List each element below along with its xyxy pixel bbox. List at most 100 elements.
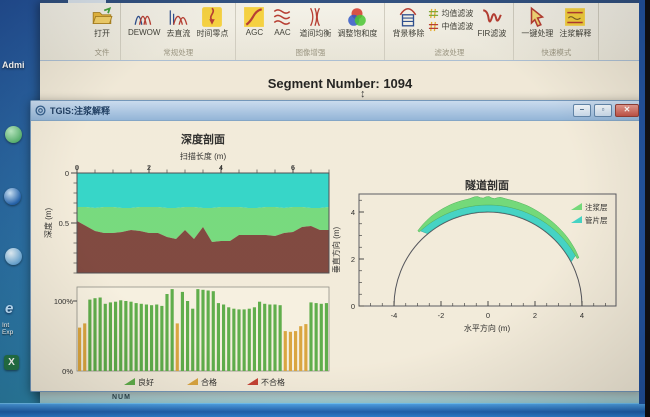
minimize-button[interactable]: – [573, 104, 591, 117]
ribbon-group: 一键处理注浆解释快速模式 [514, 3, 599, 60]
quality-bar [119, 300, 122, 371]
ribbon-button-label: 时间零点 [196, 28, 228, 39]
ribbon-button-均值滤波[interactable]: 均值滤波 [428, 8, 473, 19]
ribbon-button-label: AGC [246, 28, 263, 37]
median-filter-icon [428, 21, 439, 32]
quality-bar [155, 305, 158, 372]
ribbon-group-label: 图像增强 [241, 46, 379, 60]
quality-bar [248, 309, 251, 371]
quality-bar [140, 304, 143, 371]
ribbon-button-AAC[interactable]: AAC [269, 5, 295, 38]
ribbon-stack: 均值滤波中值滤波 [428, 5, 473, 32]
ribbon-button-注浆解释[interactable]: 注浆解释 [557, 5, 593, 40]
quality-bar [320, 304, 323, 371]
svg-text:-2: -2 [438, 311, 445, 320]
quality-bar [304, 324, 307, 371]
quality-bar [196, 289, 199, 371]
ribbon-items: DEWOW 去直流时间零点 [126, 5, 230, 46]
close-button[interactable]: ✕ [615, 104, 639, 117]
quality-bar [284, 331, 287, 371]
quality-bar [93, 298, 96, 371]
baidu-app-icon[interactable] [5, 126, 25, 146]
svg-text:0: 0 [486, 311, 490, 320]
excel-icon[interactable]: X [4, 355, 24, 375]
quality-bar [232, 309, 235, 371]
svg-text:6: 6 [291, 163, 295, 172]
quality-bar [88, 300, 91, 371]
internet-explorer-icon[interactable]: e [5, 300, 25, 320]
ribbon-group: 打开文件 [84, 3, 121, 60]
quality-bar [135, 303, 138, 371]
internet-explorer-label: Int Exp [2, 322, 13, 336]
channel-balance-icon [304, 6, 326, 28]
quality-bar [104, 304, 107, 371]
quality-bar [289, 332, 292, 371]
svg-text:不合格: 不合格 [261, 377, 285, 387]
one-key-icon [526, 6, 548, 28]
ribbon-group-label: 快速模式 [519, 46, 593, 60]
child-window-titlebar[interactable]: TGIS:注浆解释 – ▫ ✕ [31, 101, 643, 121]
ribbon-button-一键处理[interactable]: 一键处理 [519, 5, 555, 40]
quality-bar [253, 307, 256, 371]
quality-bar [222, 305, 225, 372]
quality-bar [227, 307, 230, 371]
ribbon-items: 背景移除均值滤波中值滤波FIR滤波 [390, 5, 508, 46]
quality-bar-chart: 100%0%良好合格不合格 [39, 281, 351, 393]
messenger-icon[interactable] [5, 248, 25, 268]
ribbon-button-label: 注浆解释 [559, 28, 591, 39]
dewow-icon [133, 6, 155, 28]
ribbon-button-时间零点[interactable]: 时间零点 [194, 5, 230, 40]
quality-bar [258, 302, 261, 371]
ribbon-button-道间均衡[interactable]: 道间均衡 [297, 5, 333, 40]
svg-text:2: 2 [351, 255, 355, 264]
app-logo-icon [35, 105, 46, 116]
svg-text:0: 0 [351, 302, 355, 311]
quality-bar [237, 309, 240, 371]
quality-bar [160, 306, 163, 371]
globe-browser-icon[interactable] [4, 188, 24, 208]
ribbon-button-label: 调整饱和度 [337, 28, 377, 39]
quality-bar [109, 302, 112, 371]
ribbon-button-打开[interactable]: 打开 [89, 5, 115, 40]
quality-bar [78, 328, 81, 371]
svg-text:0%: 0% [62, 367, 73, 376]
ribbon-group-label: 滤波处理 [390, 46, 508, 60]
open-folder-icon [91, 6, 113, 28]
svg-text:管片层: 管片层 [585, 215, 608, 225]
svg-text:深度剖面: 深度剖面 [181, 132, 225, 146]
svg-text:100%: 100% [54, 297, 74, 306]
ribbon-button-AGC[interactable]: AGC [241, 5, 267, 38]
quality-bar [176, 323, 179, 371]
mean-filter-icon [428, 8, 439, 19]
ribbon-button-label: AAC [274, 28, 290, 37]
maximize-button[interactable]: ▫ [594, 104, 612, 117]
depth-profile-chart: 深度剖面扫描长度 (m)024600.5深度 (m) [39, 129, 351, 279]
ribbon-button-中值滤波[interactable]: 中值滤波 [428, 21, 473, 32]
ribbon-button-调整饱和度[interactable]: 调整饱和度 [335, 5, 379, 40]
ribbon-items: AGC AAC 道间均衡调整饱和度 [241, 5, 379, 46]
ribbon-group: AGC AAC 道间均衡调整饱和度图像增强 [236, 3, 385, 60]
ribbon-button-背景移除[interactable]: 背景移除 [390, 5, 426, 40]
ribbon-button-label: 去直流 [166, 28, 190, 39]
quality-bar [299, 326, 302, 371]
quality-bar [171, 289, 174, 371]
taskbar[interactable] [0, 403, 650, 417]
ribbon-button-label: 中值滤波 [441, 21, 473, 32]
ribbon-group-label: 文件 [89, 46, 115, 60]
ribbon-button-FIR滤波[interactable]: FIR滤波 [475, 5, 508, 40]
ie-e-glyph: e [5, 300, 13, 317]
quality-bar [150, 305, 153, 371]
dc-remove-icon [167, 6, 189, 28]
quality-bar [186, 301, 189, 371]
ribbon-items: 一键处理注浆解释 [519, 5, 593, 46]
segment-number-title: Segment Number: 1094 [40, 76, 640, 91]
agc-icon [243, 6, 265, 28]
svg-text:良好: 良好 [138, 377, 154, 387]
num-lock-indicator: NUM [112, 394, 131, 401]
ribbon-button-DEWOW[interactable]: DEWOW [126, 5, 162, 38]
svg-text:2: 2 [533, 311, 537, 320]
ribbon-button-去直流[interactable]: 去直流 [164, 5, 192, 40]
quality-bar [165, 294, 168, 371]
ribbon-group: 背景移除均值滤波中值滤波FIR滤波滤波处理 [385, 3, 514, 60]
ribbon: 打开文件DEWOW去直流时间零点常规处理AGCAAC道间均衡调整饱和度图像增强背… [40, 3, 640, 61]
